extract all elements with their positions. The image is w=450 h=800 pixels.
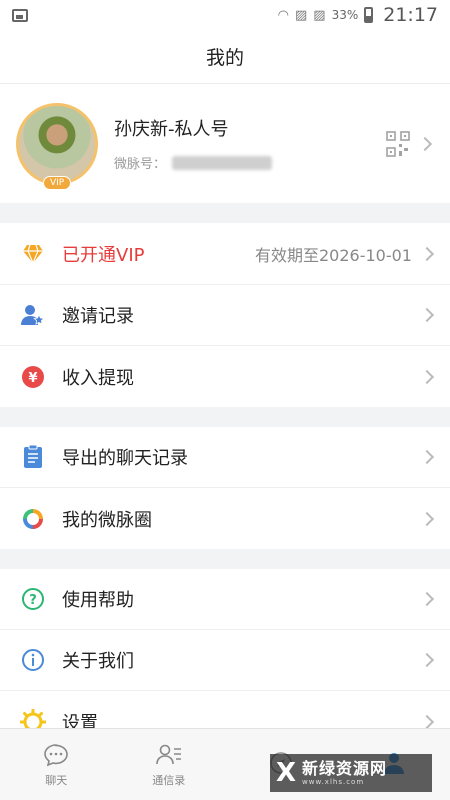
chevron-right-icon	[419, 246, 435, 261]
section-misc: ? 使用帮助 关于我们 设置	[0, 569, 450, 752]
watermark-name: 新绿资源网	[302, 758, 388, 778]
svg-text:¥: ¥	[28, 371, 37, 386]
diamond-icon	[20, 241, 46, 267]
tab-contacts[interactable]: 通信录	[113, 729, 226, 800]
row-export[interactable]: 导出的聊天记录	[0, 427, 450, 488]
signal2-icon: ▨	[313, 7, 326, 23]
row-vip[interactable]: 已开通VIP 有效期至2026-10-01	[0, 223, 450, 284]
svg-text:?: ?	[29, 593, 37, 608]
row-label: 已开通VIP	[62, 244, 145, 266]
row-circle[interactable]: 我的微脉圈	[0, 488, 450, 549]
watermark-logo: X	[276, 758, 297, 788]
row-label: 邀请记录	[62, 306, 134, 327]
profile-id-label: 微脉号：	[114, 157, 167, 172]
row-label: 收入提现	[62, 367, 134, 389]
contacts-icon	[155, 744, 181, 764]
watermark: X 新绿资源网 www.xlhs.com	[270, 754, 432, 792]
signal-icon: ▨	[294, 7, 308, 23]
profile-name: 孙庆新-私人号	[114, 119, 229, 140]
chat-icon	[44, 743, 69, 766]
tab-label: 通信录	[152, 773, 186, 787]
row-help[interactable]: ? 使用帮助	[0, 569, 450, 630]
battery-icon	[364, 7, 374, 23]
page-title: 我的	[0, 30, 450, 84]
chevron-right-icon	[419, 511, 435, 526]
ring-icon	[20, 506, 46, 532]
row-income[interactable]: ¥ 收入提现	[0, 346, 450, 407]
row-label: 导出的聊天记录	[62, 448, 188, 469]
chevron-right-icon	[419, 369, 435, 384]
row-label: 使用帮助	[62, 590, 134, 611]
row-label: 关于我们	[62, 651, 134, 672]
wifi-icon: ◠	[277, 7, 289, 23]
chevron-right-icon	[419, 591, 435, 607]
profile-id-masked	[172, 155, 273, 170]
chevron-right-icon	[419, 652, 435, 668]
notification-icon	[12, 8, 28, 22]
vip-expiry: 有效期至2026-10-01	[255, 245, 412, 265]
tab-chat[interactable]: 聊天	[0, 729, 113, 800]
qr-code-icon[interactable]	[386, 130, 410, 157]
vip-badge: VIP	[43, 175, 72, 190]
watermark-url: www.xlhs.com	[302, 777, 365, 786]
clipboard-icon	[20, 444, 46, 470]
chevron-right-icon	[419, 307, 435, 323]
clock: 21:17	[383, 4, 438, 26]
section-income: 邀请记录 ¥ 收入提现	[0, 285, 450, 407]
avatar[interactable]	[16, 102, 98, 185]
question-icon: ?	[20, 586, 46, 612]
person-star-icon	[20, 302, 46, 328]
section-vip: 已开通VIP 有效期至2026-10-01	[0, 223, 450, 284]
yen-icon: ¥	[20, 364, 46, 390]
bottom-tabbar: 聊天 通信录 X 新绿资源网 www.xlhs.com	[0, 728, 450, 800]
tab-label: 聊天	[45, 773, 68, 787]
profile-card[interactable]: VIP 孙庆新-私人号 微脉号：	[0, 84, 450, 203]
row-label: 我的微脉圈	[62, 509, 152, 531]
status-bar: ◠ ▨ ▨ 33% 21:17	[0, 0, 450, 30]
chevron-right-icon	[419, 714, 435, 729]
section-records: 导出的聊天记录 我的微脉圈	[0, 427, 450, 549]
info-icon	[20, 647, 46, 673]
row-invite[interactable]: 邀请记录	[0, 285, 450, 346]
chevron-right-icon	[417, 136, 433, 151]
row-about[interactable]: 关于我们	[0, 630, 450, 691]
battery-percent: 33%	[331, 8, 359, 22]
chevron-right-icon	[419, 449, 435, 465]
